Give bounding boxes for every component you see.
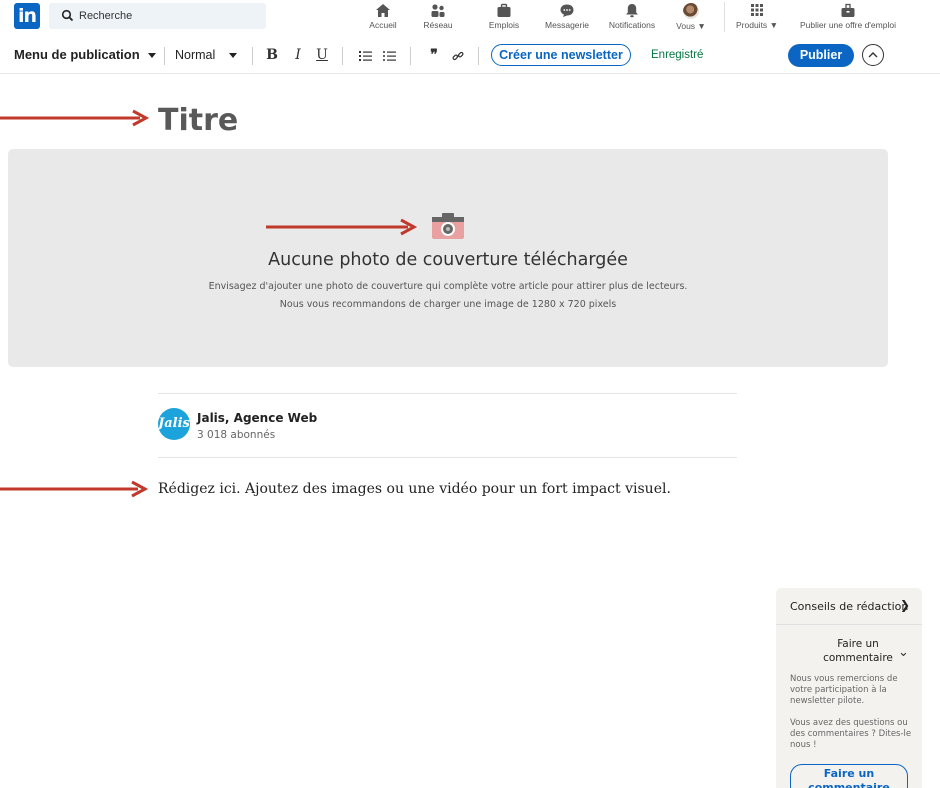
- divider: [158, 457, 737, 458]
- chevron-down-icon[interactable]: ⌄: [898, 644, 909, 660]
- nav-home-label: Accueil: [369, 20, 397, 30]
- nav-notifications-label: Notifications: [608, 20, 656, 30]
- nav-post-job-label: Publier une offre d'emploi: [800, 20, 896, 30]
- nav-post-job[interactable]: Publier une offre d'emploi: [787, 0, 909, 34]
- nav-jobs-label: Emplois: [488, 20, 520, 30]
- nav-messaging-label: Messagerie: [545, 20, 589, 30]
- nav-network-label: Réseau: [423, 20, 453, 30]
- writing-tips-panel: Conseils de rédaction ❯ Faire un comment…: [776, 588, 922, 788]
- home-icon: [376, 4, 390, 17]
- caret-down-icon: [229, 53, 238, 59]
- bell-icon: [626, 4, 638, 18]
- create-newsletter-button[interactable]: Créer une newsletter: [491, 44, 631, 66]
- nav-messaging[interactable]: Messagerie: [539, 0, 595, 34]
- give-feedback-label-1: Faire un: [823, 767, 875, 780]
- article-body-editor[interactable]: Rédigez ici. Ajoutez des images ou une v…: [158, 481, 671, 497]
- link-button[interactable]: [450, 37, 466, 73]
- cover-heading: Aucune photo de couverture téléchargée: [268, 250, 628, 270]
- bulleted-list-icon: [383, 51, 396, 62]
- underline-button[interactable]: U: [314, 37, 330, 73]
- toolbar-divider: [410, 47, 411, 65]
- give-feedback-button[interactable]: Faire un commentaire: [790, 764, 908, 788]
- text-style-label: Normal: [175, 48, 216, 62]
- post-job-icon: [841, 3, 855, 17]
- article-title[interactable]: Titre: [158, 103, 238, 138]
- nav-products[interactable]: Produits ▼: [731, 0, 783, 34]
- publication-menu-label: Menu de publication: [14, 47, 140, 62]
- nav-network[interactable]: Réseau: [419, 0, 457, 34]
- toolbar-divider: [478, 47, 479, 65]
- publication-menu[interactable]: Menu de publication: [14, 37, 156, 73]
- caret-down-icon: [147, 53, 156, 59]
- nav-notifications[interactable]: Notifications: [604, 0, 660, 34]
- search-icon: [61, 9, 74, 22]
- nav-home[interactable]: Accueil: [364, 0, 402, 34]
- nav-me[interactable]: Vous ▼: [676, 0, 706, 34]
- chevron-down-icon: ▼: [697, 21, 706, 31]
- grid-icon: [751, 4, 763, 16]
- annotation-arrow: [0, 480, 149, 498]
- toolbar-divider: [342, 47, 343, 65]
- network-icon: [431, 4, 445, 17]
- give-feedback-label-2: commentaire: [808, 781, 890, 788]
- briefcase-icon: [497, 3, 511, 17]
- annotation-arrow: [266, 218, 418, 236]
- quote-button[interactable]: ❞: [426, 37, 442, 73]
- avatar: [683, 3, 699, 19]
- nav-divider: [724, 2, 725, 32]
- quote-icon: ❞: [430, 47, 438, 63]
- collapse-button[interactable]: [862, 44, 884, 66]
- italic-button[interactable]: I: [290, 37, 306, 73]
- nav-products-label: Produits: [736, 20, 768, 30]
- chevron-down-icon: ▼: [769, 20, 778, 30]
- cover-size-hint: Nous vous recommandons de charger une im…: [279, 299, 617, 310]
- feedback-question-text: Vous avez des questions ou des commentai…: [790, 718, 912, 750]
- chevron-up-icon: [868, 52, 878, 58]
- search-box[interactable]: [49, 3, 266, 29]
- linkedin-logo[interactable]: in: [14, 3, 40, 29]
- text-style-select[interactable]: Normal: [175, 37, 238, 73]
- annotation-arrow: [0, 109, 150, 127]
- bold-button[interactable]: B: [264, 37, 280, 73]
- chevron-right-icon: ❯: [900, 598, 911, 612]
- editor-toolbar: Menu de publication Normal B I U ❞ Créer…: [0, 37, 940, 74]
- saved-status: Enregistré: [651, 49, 704, 61]
- link-icon: [452, 52, 464, 61]
- top-navigation-bar: in Accueil Réseau Emplois Messagerie Not…: [0, 0, 940, 34]
- bulleted-list-button[interactable]: [382, 37, 398, 73]
- publish-button[interactable]: Publier: [788, 44, 854, 67]
- author-name[interactable]: Jalis, Agence Web: [197, 411, 317, 425]
- toolbar-divider: [164, 47, 165, 65]
- nav-jobs[interactable]: Emplois: [484, 0, 524, 34]
- search-input[interactable]: [79, 7, 249, 25]
- nav-me-label: Vous: [676, 21, 696, 31]
- messaging-icon: [560, 4, 574, 17]
- toolbar-divider: [252, 47, 253, 65]
- author-subscribers: 3 018 abonnés: [197, 429, 276, 441]
- numbered-list-button[interactable]: [358, 37, 374, 73]
- cover-description: Envisagez d'ajouter une photo de couvert…: [208, 281, 688, 292]
- author-avatar[interactable]: Jalis: [158, 408, 190, 440]
- feedback-thanks-text: Nous vous remercions de votre participat…: [790, 674, 898, 706]
- writing-tips-title: Conseils de rédaction: [790, 600, 909, 613]
- writing-tips-header[interactable]: Conseils de rédaction ❯: [776, 588, 922, 625]
- numbered-list-icon: [359, 51, 372, 62]
- divider: [158, 393, 737, 394]
- camera-icon[interactable]: [429, 211, 467, 241]
